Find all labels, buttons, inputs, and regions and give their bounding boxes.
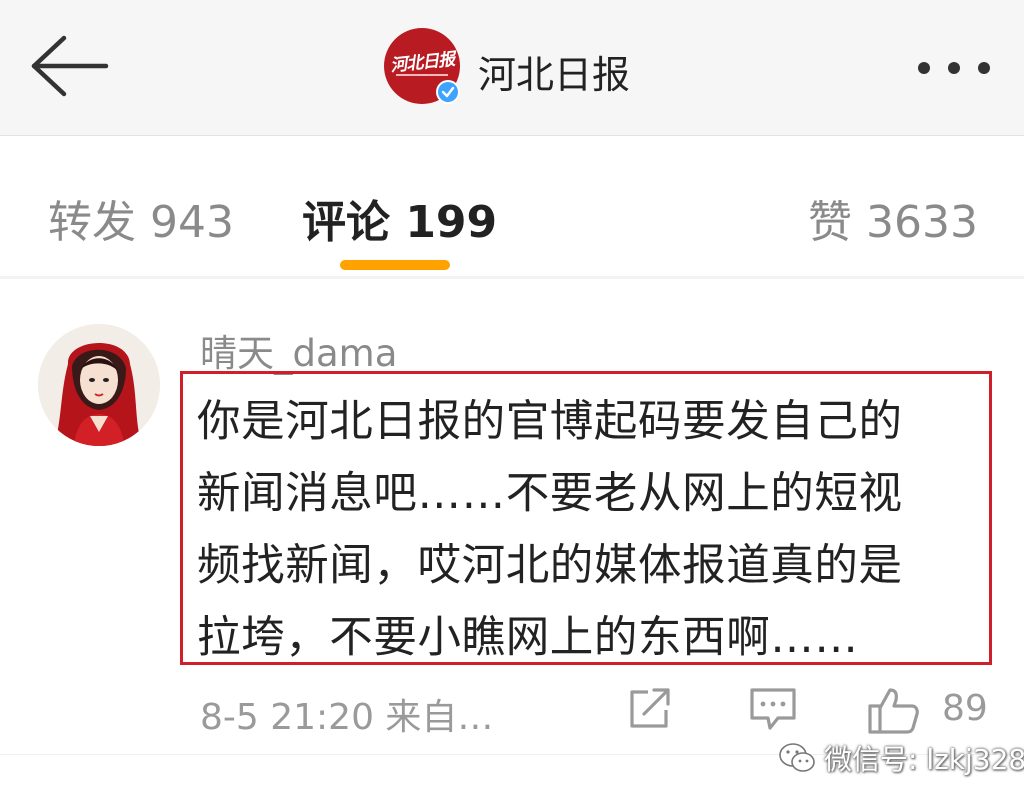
tab-likes[interactable]: 赞 3633: [808, 186, 978, 250]
like-button[interactable]: [866, 686, 922, 740]
account-logo[interactable]: 河北日报: [384, 28, 460, 104]
verified-icon: [441, 86, 455, 98]
more-options-button[interactable]: [912, 52, 996, 82]
comment-text-line: 频找新闻，哎河北的媒体报道真的是: [197, 541, 903, 591]
avatar-illustration: [38, 324, 160, 446]
watermark-text: 微信号: lzkj328: [824, 743, 1024, 776]
logo-underline: [396, 74, 448, 76]
share-icon: [630, 688, 670, 728]
back-arrow-icon: [31, 35, 109, 97]
more-dot: [948, 62, 960, 74]
tab-bar: 转发 943 评论 199 赞 3633: [0, 136, 1024, 276]
share-button[interactable]: [626, 686, 674, 736]
comment-text-line: 新闻消息吧……不要老从网上的短视: [197, 469, 903, 519]
reply-button[interactable]: [748, 686, 798, 736]
active-tab-indicator: [340, 260, 450, 270]
wechat-icon: [779, 743, 815, 772]
comment-text-line: 拉垮，不要小瞧网上的东西啊……: [197, 613, 859, 663]
tab-reposts[interactable]: 转发 943: [48, 186, 234, 250]
thumbs-up-icon: [868, 688, 919, 734]
back-button[interactable]: [26, 34, 112, 98]
comment-username[interactable]: 晴天_dama: [200, 323, 397, 377]
like-count: 89: [942, 688, 988, 729]
watermark: 微信号: lzkj328: [778, 736, 1024, 780]
avatar[interactable]: [38, 324, 160, 446]
more-dot: [978, 62, 990, 74]
comment-icon: [750, 688, 796, 730]
verified-badge: [436, 80, 460, 104]
more-dots-icon: [918, 62, 930, 74]
comment-text-line: 你是河北日报的官博起码要发自己的: [197, 397, 903, 447]
top-bar: 河北日报 河北日报: [0, 0, 1024, 136]
tab-comments[interactable]: 评论 199: [302, 186, 497, 250]
comment-meta: 8-5 21:20 来自…: [200, 697, 494, 738]
account-name[interactable]: 河北日报: [478, 44, 630, 99]
logo-lettering: 河北日报: [389, 49, 456, 77]
divider: [0, 276, 1024, 279]
